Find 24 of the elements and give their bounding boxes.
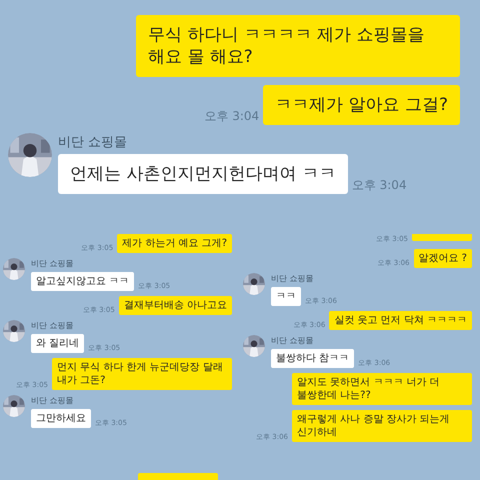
- timestamp: 오후 3:04: [204, 108, 260, 126]
- sender-name: 비단 쇼핑몰: [58, 134, 128, 152]
- sender-name: 비단 쇼핑몰: [31, 395, 75, 406]
- message-bubble: 와 질리네: [31, 334, 84, 353]
- message-bubble: 알고싶지않고요 ㅋㅋ: [31, 272, 134, 291]
- message-bubble: 제가 하는거 예요 그게?: [117, 234, 232, 253]
- timestamp: 오후 3:04: [352, 177, 407, 194]
- sender-name: 비단 쇼핑몰: [271, 335, 315, 346]
- message-bubble: [412, 234, 472, 241]
- message-bubble: 그만하세요: [31, 409, 91, 428]
- message-bubble: 불쌍하다 참ㅋㅋ: [271, 349, 354, 368]
- message-bubble: 결재부터배송 아나고요: [118, 296, 232, 315]
- sender-name: 비단 쇼핑몰: [31, 258, 75, 269]
- message-bubble: 무식 하다니 ㅋㅋㅋㅋ 제가 쇼핑몰을 해요 몰 해요?: [136, 15, 460, 78]
- sender-name: 비단 쇼핑몰: [271, 273, 315, 284]
- message-bubble: 알지도 못하면서 ㅋㅋㅋ 너가 더 불쌍한데 나는??: [292, 373, 472, 405]
- sender-name: 비단 쇼핑몰: [31, 320, 75, 331]
- message-bubble: 먼지 무식 하다 한게 뉴군데당장 달래 내가 그돈?: [52, 358, 232, 390]
- message-bubble: 실컷 웃고 먼저 닥쳐 ㅋㅋㅋㅋ: [329, 311, 472, 330]
- message-bubble: 왜구렇게 사나 증말 장사가 되는게 신기하네: [292, 410, 472, 442]
- message-bubble: ㅋㅋ제가 알아요 그걸?: [263, 85, 460, 126]
- message-bubble: 알겠어요 ?: [414, 249, 472, 268]
- message-bubble: 언제는 사촌인지먼지헌다며여 ㅋㅋ: [58, 154, 348, 194]
- message-bubble: ㅋㅋ: [271, 287, 301, 306]
